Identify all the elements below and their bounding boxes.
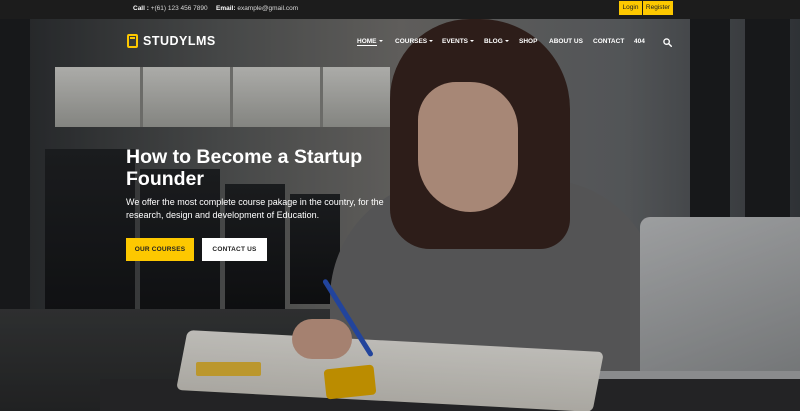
nav-label: EVENTS (442, 38, 469, 45)
nav-label: ABOUT US (549, 38, 583, 45)
email-label: Email: (216, 5, 236, 12)
nav-courses[interactable]: COURSES (395, 38, 434, 45)
chevron-down-icon (470, 40, 475, 43)
nav-label: BLOG (484, 38, 503, 45)
email-value[interactable]: example@gmail.com (237, 5, 298, 12)
hero-title: How to Become a Startup Founder (126, 146, 363, 190)
nav-home[interactable]: HOME (357, 38, 383, 46)
top-bar: Call : +(61) 123 456 7890 Email: example… (0, 0, 800, 19)
nav-about-us[interactable]: ABOUT US (549, 38, 583, 45)
chevron-down-icon (429, 40, 434, 43)
chevron-down-icon (378, 40, 383, 43)
nav-shop[interactable]: SHOP (519, 38, 537, 45)
call-info: Call : +(61) 123 456 7890 (133, 5, 208, 12)
hero-subtitle: We offer the most complete course pakage… (126, 197, 384, 220)
call-label: Call : (133, 5, 149, 12)
our-courses-button[interactable]: OUR COURSES (126, 238, 194, 261)
nav-label: HOME (357, 38, 377, 46)
nav-label: CONTACT (593, 38, 625, 45)
contact-us-button[interactable]: CONTACT US (202, 238, 267, 261)
nav-blog[interactable]: BLOG (484, 38, 509, 45)
nav-label: COURSES (395, 38, 428, 45)
nav-label: 404 (634, 38, 645, 45)
register-button[interactable]: Register (643, 1, 673, 15)
login-button[interactable]: Login (619, 1, 642, 15)
search-icon[interactable] (663, 38, 672, 47)
chevron-down-icon (504, 40, 509, 43)
nav-events[interactable]: EVENTS (442, 38, 475, 45)
email-info: Email: example@gmail.com (216, 5, 298, 12)
main-nav: HOME COURSES EVENTS BLOG SHOP ABOUT US C… (0, 38, 800, 48)
nav-label: SHOP (519, 38, 538, 45)
call-value[interactable]: +(61) 123 456 7890 (151, 5, 208, 12)
nav-404[interactable]: 404 (634, 38, 645, 45)
nav-contact[interactable]: CONTACT (593, 38, 624, 45)
